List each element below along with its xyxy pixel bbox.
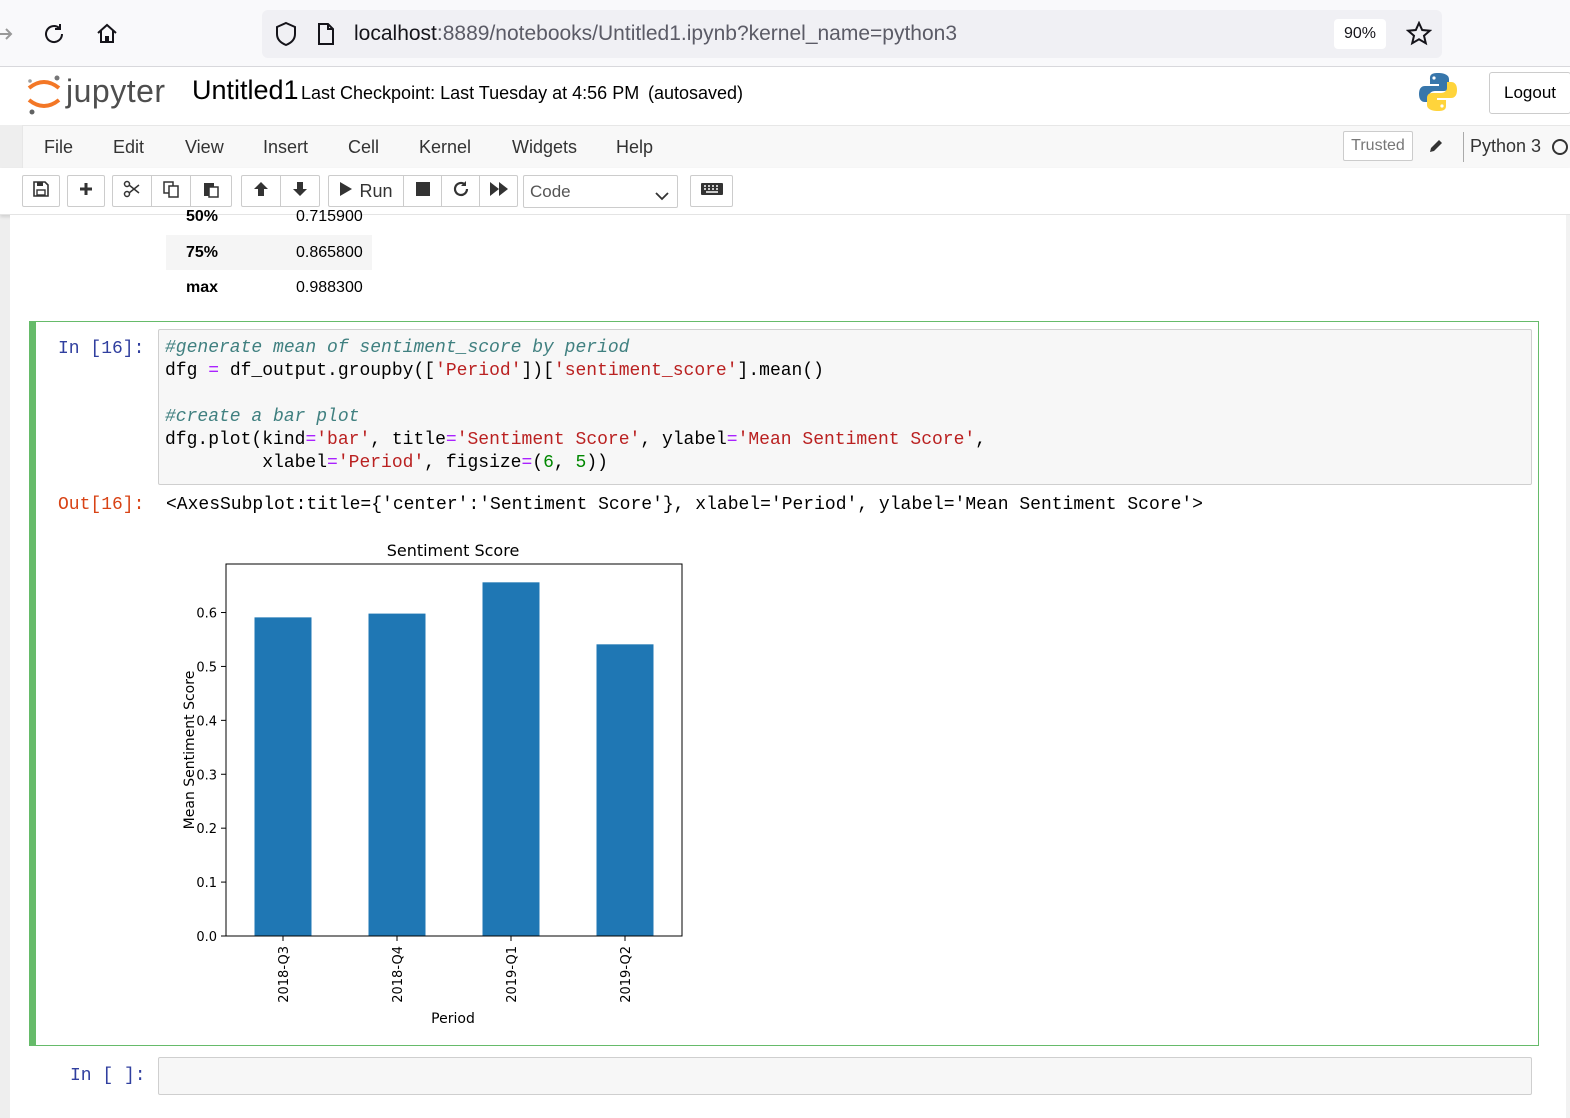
y-tick-label: 0.3: [196, 768, 217, 783]
jupyter-logo-text[interactable]: jupyter: [66, 73, 166, 110]
code-editor[interactable]: #generate mean of sentiment_score by per…: [158, 329, 1532, 485]
restart-button[interactable]: [441, 175, 480, 207]
menu-insert[interactable]: Insert: [263, 137, 308, 158]
reload-icon[interactable]: [38, 18, 70, 50]
output-repr-text: <AxesSubplot:title={'center':'Sentiment …: [166, 495, 1203, 515]
code-line-5: dfg.plot(kind='bar', title='Sentiment Sc…: [165, 430, 987, 450]
cut-button[interactable]: [112, 175, 152, 207]
code-line-2: dfg = df_output.groupby(['Period'])['sen…: [165, 361, 824, 381]
kernel-separator: [1463, 132, 1464, 162]
menu-view[interactable]: View: [185, 137, 224, 158]
notebook-page: 50% 0.715900 75% 0.865800 max 0.988300 I…: [10, 208, 1570, 1118]
command-palette-button[interactable]: [690, 175, 733, 207]
row-value: 0.865800: [296, 244, 363, 261]
trusted-indicator[interactable]: Trusted: [1343, 131, 1413, 161]
zoom-level-badge[interactable]: 90%: [1334, 19, 1386, 49]
restart-icon: [452, 180, 470, 203]
row-label: max: [186, 279, 219, 296]
python-logo-icon: [1418, 71, 1458, 118]
row-label: 50%: [186, 208, 219, 225]
y-axis-label: Mean Sentiment Score: [182, 671, 198, 830]
save-icon: [33, 180, 49, 202]
interrupt-button[interactable]: [403, 175, 442, 207]
y-tick-label: 0.1: [196, 876, 217, 891]
code-line-4: #create a bar plot: [165, 407, 360, 427]
menu-file[interactable]: File: [44, 137, 73, 158]
kernel-name[interactable]: Python 3: [1470, 136, 1541, 157]
row-value: 0.988300: [296, 279, 363, 296]
bar-chart: Sentiment Score 0.0 0.1 0.2 0.3 0.4 0.5 0.6 20…: [182, 541, 683, 1027]
empty-cell-prompt: In [ ]:: [70, 1066, 146, 1086]
vertical-scrollbar[interactable]: [1566, 215, 1570, 1118]
x-tick-label: 2019-Q1: [505, 946, 520, 1003]
output-prompt: Out[16]:: [58, 495, 145, 515]
y-tick-label: 0.4: [196, 714, 217, 729]
keyboard-icon: [700, 182, 724, 201]
plus-icon: [78, 181, 94, 202]
forward-icon[interactable]: [0, 18, 22, 50]
menubar: File Edit View Insert Cell Kernel Widget…: [22, 125, 1570, 169]
x-tick-label: 2019-Q2: [619, 946, 634, 1003]
stop-icon: [415, 181, 431, 202]
code-line-1: #generate mean of sentiment_score by per…: [165, 338, 630, 358]
cell-type-select[interactable]: Code: [523, 175, 678, 208]
last-checkpoint: Last Checkpoint: Last Tuesday at 4:56 PM: [301, 83, 640, 103]
page-icon[interactable]: [316, 22, 336, 51]
chart-title: Sentiment Score: [387, 541, 520, 560]
logout-button[interactable]: Logout: [1489, 72, 1570, 114]
jupyter-logo-icon[interactable]: [24, 72, 64, 121]
fast-forward-icon: [489, 181, 509, 202]
row-value: 0.715900: [296, 208, 363, 225]
home-icon[interactable]: [91, 18, 123, 50]
bar-2018-Q4: [368, 613, 426, 936]
table-row: max 0.988300: [166, 270, 372, 305]
star-icon[interactable]: [1405, 20, 1433, 52]
shield-icon[interactable]: [274, 21, 298, 52]
table-row: 75% 0.865800: [166, 235, 372, 270]
y-tick-label: 0.2: [196, 822, 217, 837]
input-prompt: In [16]:: [58, 339, 145, 359]
kernel-status-icon: [1551, 138, 1569, 161]
jupyter-header: jupyter Untitled1 Last Checkpoint: Last …: [0, 67, 1570, 125]
edit-mode-pencil-icon: [1427, 137, 1445, 160]
autosave-status: (autosaved): [648, 83, 744, 103]
bar-2019-Q1: [482, 582, 540, 936]
row-label: 75%: [186, 244, 219, 261]
menu-edit[interactable]: Edit: [113, 137, 144, 158]
chevron-down-icon: [655, 186, 669, 206]
menu-kernel[interactable]: Kernel: [419, 137, 471, 158]
x-tick-label: 2018-Q3: [277, 946, 292, 1003]
y-tick-label: 0.0: [196, 930, 217, 945]
menu-cell[interactable]: Cell: [348, 137, 379, 158]
y-tick-label: 0.6: [196, 607, 217, 622]
url-text[interactable]: localhost:8889/notebooks/Untitled1.ipynb…: [354, 22, 957, 46]
insert-cell-button[interactable]: [67, 175, 105, 207]
empty-code-editor[interactable]: [158, 1057, 1532, 1095]
code-line-6: xlabel='Period', figsize=(6, 5)): [165, 453, 608, 473]
bar-2018-Q3: [254, 617, 312, 936]
x-axis-label: Period: [431, 1011, 475, 1027]
y-tick-label: 0.5: [196, 660, 217, 675]
bar-2019-Q2: [596, 644, 654, 936]
menu-help[interactable]: Help: [616, 137, 653, 158]
menu-widgets[interactable]: Widgets: [512, 137, 577, 158]
table-row: 50% 0.715900: [166, 199, 372, 234]
url-bar[interactable]: localhost:8889/notebooks/Untitled1.ipynb…: [262, 10, 1442, 58]
notebook-title[interactable]: Untitled1: [192, 75, 299, 106]
restart-run-all-button[interactable]: [479, 175, 518, 207]
browser-toolbar: localhost:8889/notebooks/Untitled1.ipynb…: [0, 0, 1570, 67]
cell-type-value: Code: [530, 182, 571, 201]
x-tick-label: 2018-Q4: [391, 946, 406, 1003]
scissors-icon: [123, 180, 141, 203]
save-button[interactable]: [22, 175, 60, 207]
